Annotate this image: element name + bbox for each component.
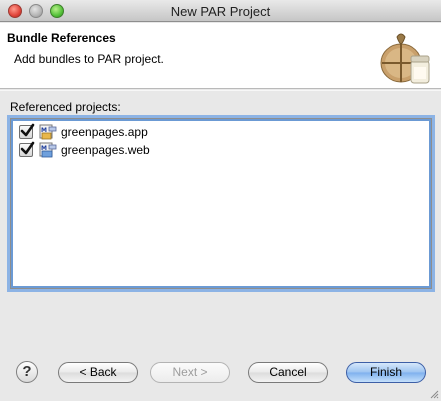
list-area: M greenpages.app M greenpages.web: [13, 121, 429, 286]
project-checkbox[interactable]: [19, 123, 35, 139]
par-wizard-icon: [380, 33, 430, 84]
checkmark-icon: [20, 123, 35, 137]
title-bar[interactable]: New PAR Project: [0, 0, 441, 22]
page-title: Bundle References: [7, 31, 116, 45]
resize-grip-icon[interactable]: [429, 389, 439, 399]
page-description: Add bundles to PAR project.: [14, 52, 164, 66]
new-par-project-dialog: New PAR Project Bundle References Add bu…: [0, 0, 441, 401]
banner-separator: [0, 90, 441, 91]
project-label: greenpages.app: [61, 125, 148, 139]
web-bundle-project-icon: M: [39, 142, 57, 158]
window-title: New PAR Project: [170, 4, 271, 19]
project-label: greenpages.web: [61, 143, 150, 157]
wizard-banner: Bundle References Add bundles to PAR pro…: [0, 23, 441, 89]
referenced-projects-list[interactable]: M greenpages.app M greenpages.web: [10, 118, 432, 289]
help-button[interactable]: ?: [16, 361, 38, 383]
referenced-projects-label: Referenced projects:: [10, 100, 121, 114]
cancel-button[interactable]: Cancel: [248, 362, 328, 383]
list-item[interactable]: M greenpages.app: [19, 123, 148, 141]
back-button[interactable]: < Back: [58, 362, 138, 383]
finish-button[interactable]: Finish: [346, 362, 426, 383]
checkmark-icon: [20, 141, 35, 155]
next-button[interactable]: Next >: [150, 362, 230, 383]
list-item[interactable]: M greenpages.web: [19, 141, 150, 159]
bundle-project-icon: M: [39, 124, 57, 140]
project-checkbox[interactable]: [19, 141, 35, 157]
